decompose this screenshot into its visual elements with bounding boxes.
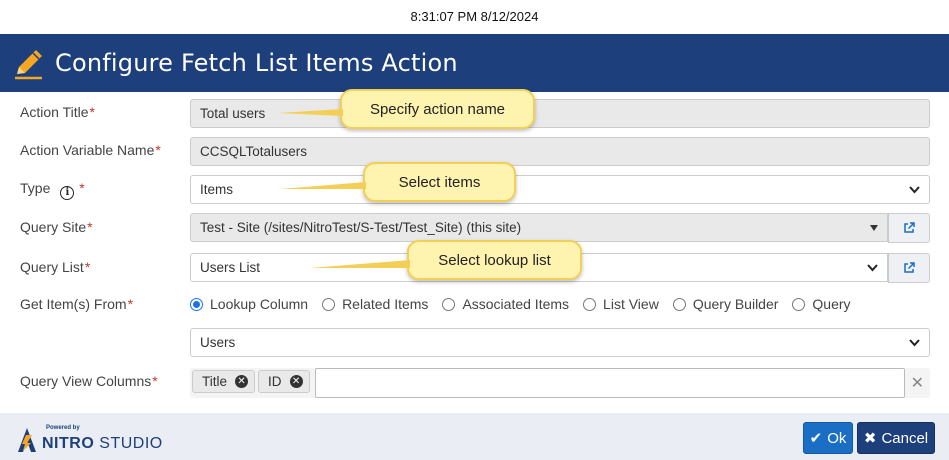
radio-query[interactable]: Query [792, 296, 851, 312]
radio-dot[interactable] [672, 297, 686, 311]
callout-items: Select items [363, 162, 516, 202]
chevron-down-icon [867, 264, 878, 272]
query-site-select[interactable]: Test - Site (/sites/NitroTest/S-Test/Tes… [190, 213, 888, 242]
close-circle-icon[interactable]: ✕ [289, 375, 303, 388]
type-label: Type i * [20, 180, 85, 200]
dialog-title: Configure Fetch List Items Action [55, 49, 458, 77]
radio-lookup-column[interactable]: Lookup Column [190, 296, 308, 312]
action-title-label: Action Title* [20, 104, 95, 120]
chevron-down-icon [909, 339, 920, 347]
check-icon: ✔ [809, 430, 823, 447]
query-list-open-button[interactable] [888, 253, 930, 283]
dropdown-triangle-icon [870, 225, 878, 231]
callout-lookup-list: Select lookup list [407, 240, 582, 280]
query-view-columns-tag-input: Title ✕ ID ✕ ✕ [190, 368, 930, 398]
lookup-column-select[interactable]: Users [190, 328, 930, 357]
action-variable-name-input[interactable]: CCSQLTotalusers [190, 137, 930, 166]
screenshot-timestamp: 8:31:07 PM 8/12/2024 [410, 9, 539, 24]
radio-dot[interactable] [190, 297, 203, 311]
close-icon: ✖ [863, 430, 877, 447]
query-site-open-button[interactable] [888, 213, 930, 243]
tag-title: Title ✕ [192, 370, 256, 393]
query-view-columns-label: Query View Columns* [20, 373, 158, 389]
get-items-from-radio-group: Lookup Column Related Items Associated I… [190, 296, 865, 312]
pencil-icon [15, 50, 42, 80]
radio-dot[interactable] [583, 297, 597, 311]
radio-dot[interactable] [792, 297, 806, 311]
get-items-from-label: Get Item(s) From* [20, 296, 134, 312]
callout-action-name: Specify action name [340, 89, 535, 129]
radio-dot[interactable] [322, 297, 336, 311]
nitro-studio-logo: Powered by NITRO STUDIO [16, 425, 163, 453]
radio-related-items[interactable]: Related Items [322, 296, 428, 312]
query-site-label: Query Site* [20, 219, 93, 235]
tag-id: ID ✕ [258, 370, 310, 393]
cancel-button[interactable]: ✖ Cancel [857, 422, 935, 454]
radio-query-builder[interactable]: Query Builder [672, 296, 778, 312]
query-view-columns-text-input[interactable] [315, 368, 905, 398]
close-icon[interactable]: ✕ [911, 373, 924, 393]
action-title-input[interactable]: Total users [190, 99, 930, 128]
type-select[interactable]: Items [190, 175, 930, 204]
close-circle-icon[interactable]: ✕ [235, 375, 249, 388]
radio-dot[interactable] [442, 297, 456, 311]
radio-associated-items[interactable]: Associated Items [442, 296, 569, 312]
query-list-label: Query List* [20, 259, 91, 275]
external-link-icon [904, 262, 915, 273]
info-icon[interactable]: i [60, 186, 75, 200]
dialog-header: Configure Fetch List Items Action [0, 34, 949, 92]
external-link-icon [904, 222, 915, 233]
action-variable-name-label: Action Variable Name* [20, 142, 161, 158]
chevron-down-icon [909, 186, 920, 194]
radio-list-view[interactable]: List View [583, 296, 659, 312]
ok-button[interactable]: ✔ Ok [803, 422, 853, 454]
nitro-logo-icon [18, 428, 36, 452]
